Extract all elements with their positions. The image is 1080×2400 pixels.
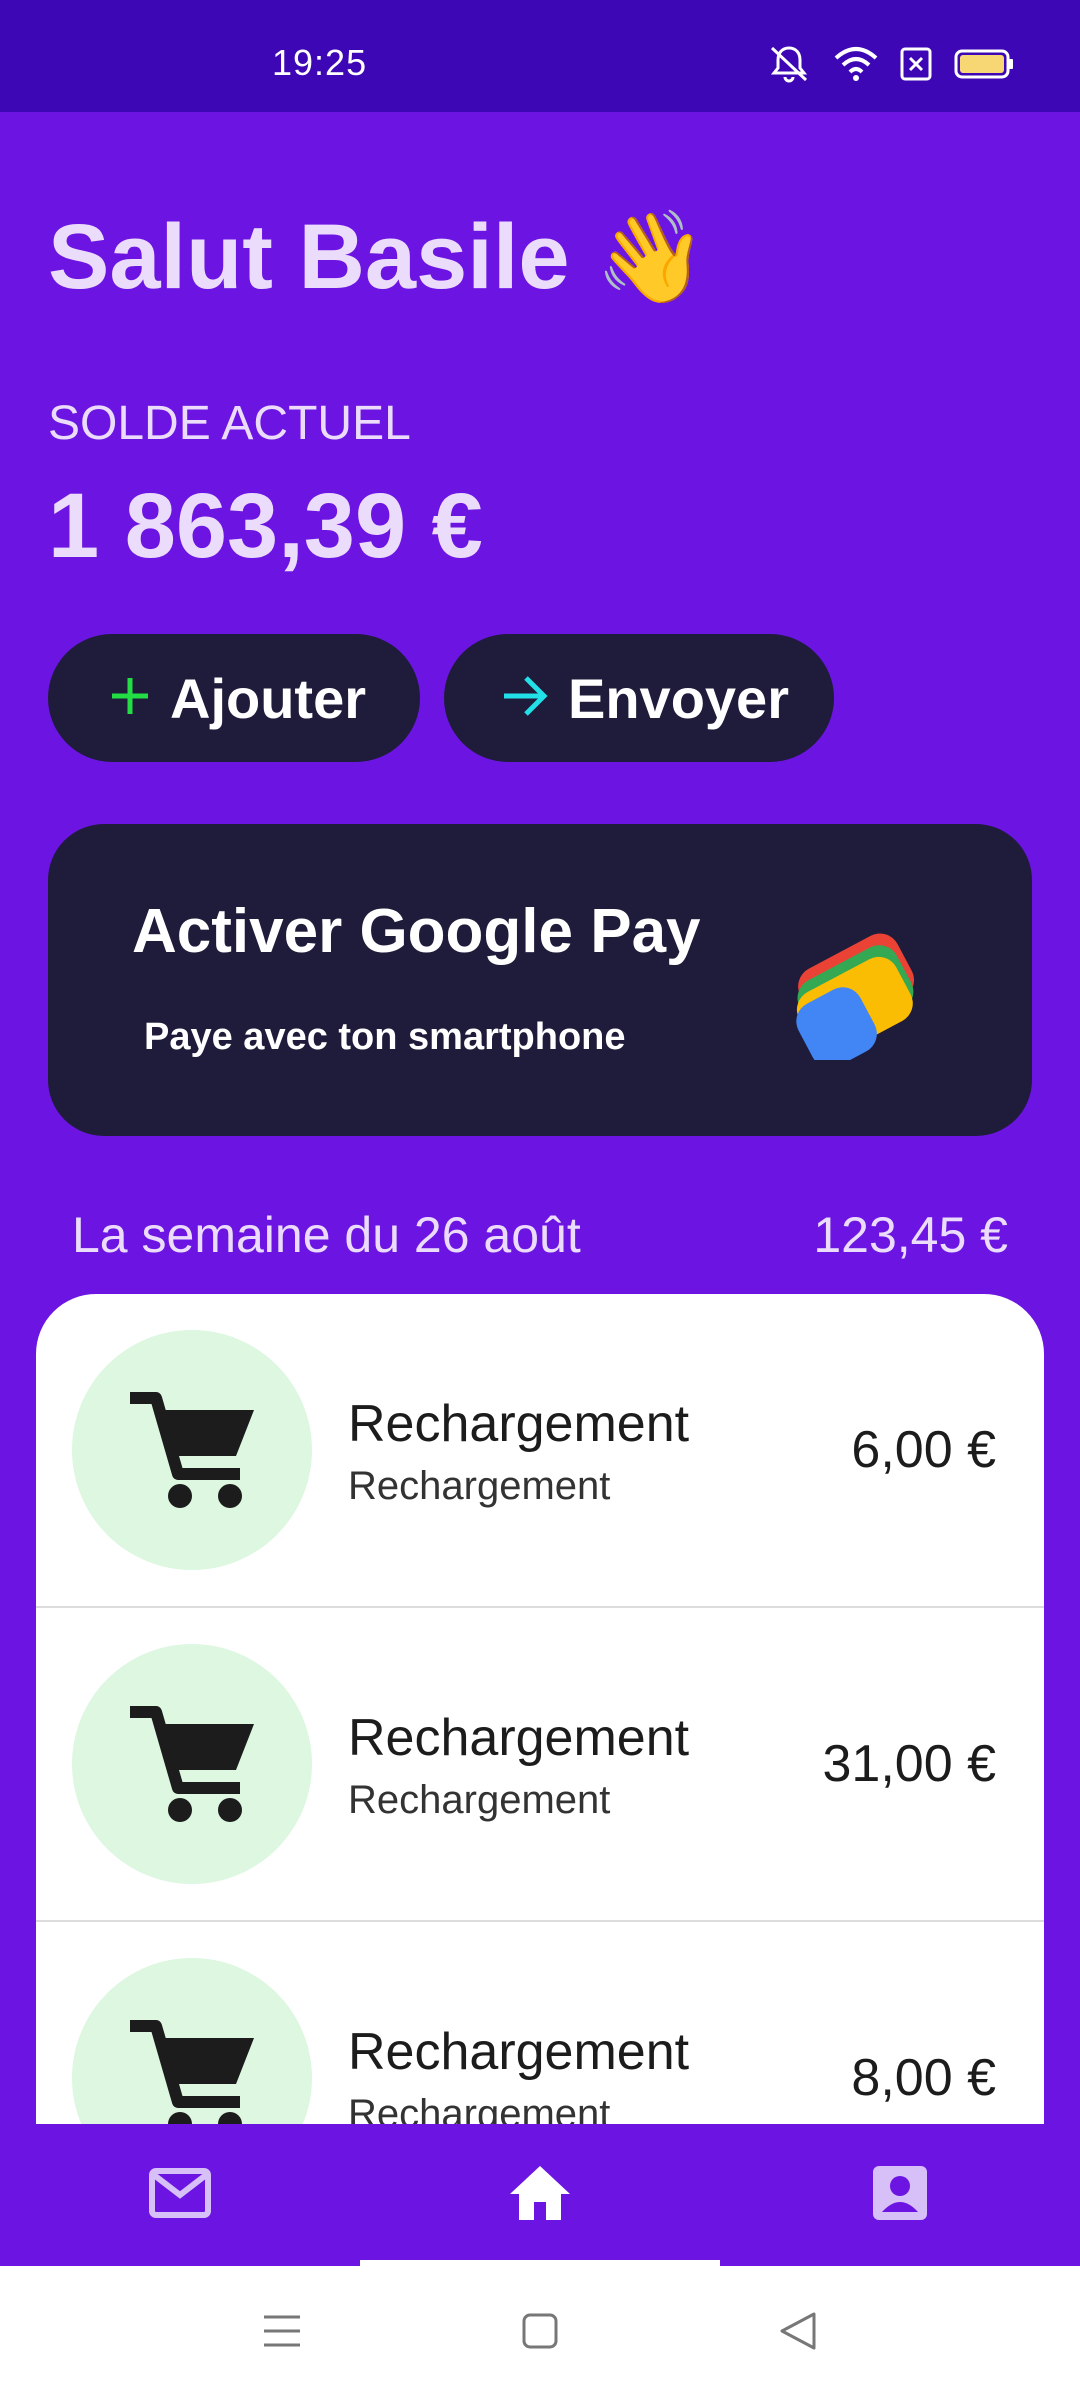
home-icon [508, 2164, 572, 2227]
nav-profile[interactable] [720, 2124, 1080, 2266]
square-icon [522, 2313, 558, 2354]
status-time: 19:25 [272, 42, 368, 83]
battery-icon [954, 49, 1014, 79]
google-pay-card[interactable]: Activer Google Pay Paye avec ton smartph… [48, 824, 1032, 1136]
menu-icon [262, 2313, 302, 2354]
transaction-subtitle: Rechargement [348, 2092, 611, 2124]
cart-icon [122, 2006, 262, 2124]
mail-icon [148, 2167, 212, 2224]
transaction-title: Rechargement [348, 1709, 690, 1767]
add-button-label: Ajouter [170, 666, 366, 730]
cart-icon [122, 1692, 262, 1837]
back-triangle-icon [778, 2311, 818, 2356]
transaction-avatar [72, 1958, 312, 2124]
arrow-right-icon [500, 666, 550, 731]
google-pay-logo [772, 910, 942, 1068]
greeting: Salut Basile 👋 [48, 205, 707, 310]
balance-label: SOLDE ACTUEL [48, 397, 411, 450]
google-pay-subtitle: Paye avec ton smartphone [144, 1016, 626, 1058]
transaction-amount: 8,00 € [851, 2049, 996, 2107]
transaction-title: Rechargement [348, 2023, 690, 2081]
transaction-amount: 6,00 € [851, 1421, 996, 1479]
week-total: 123,45 € [813, 1207, 1008, 1263]
nav-home[interactable] [360, 2124, 720, 2266]
send-button[interactable]: Envoyer [444, 634, 834, 762]
wifi-icon [834, 46, 878, 82]
bottom-nav [0, 2124, 1080, 2266]
greeting-text: Salut Basile [48, 206, 570, 308]
sys-menu-button[interactable] [222, 2266, 342, 2400]
system-navigation-bar [0, 2266, 1080, 2400]
transaction-subtitle: Rechargement [348, 1778, 611, 1822]
sim-x-icon [900, 47, 932, 81]
bell-mute-icon [766, 44, 812, 84]
send-button-label: Envoyer [568, 666, 789, 730]
sys-back-button[interactable] [738, 2266, 858, 2400]
status-bar: 19:25 [0, 0, 1080, 112]
profile-icon [871, 2164, 929, 2227]
nav-mail[interactable] [0, 2124, 360, 2266]
balance-value: 1 863,39 € [48, 475, 483, 577]
transaction-list[interactable]: Rechargement Rechargement 6,00 € Recharg… [36, 1294, 1044, 2124]
cart-icon [122, 1378, 262, 1523]
transaction-subtitle: Rechargement [348, 1464, 611, 1508]
transaction-title: Rechargement [348, 1395, 690, 1453]
transaction-row[interactable]: Rechargement Rechargement 6,00 € [36, 1294, 1044, 1608]
transaction-row[interactable]: Rechargement Rechargement 31,00 € [36, 1608, 1044, 1922]
google-pay-title: Activer Google Pay [132, 897, 701, 966]
plus-icon [108, 666, 152, 731]
transaction-avatar [72, 1330, 312, 1570]
transaction-avatar [72, 1644, 312, 1884]
transaction-row[interactable]: Rechargement Rechargement 8,00 € [36, 1922, 1044, 2124]
week-label: La semaine du 26 août [72, 1207, 581, 1263]
sys-home-button[interactable] [480, 2266, 600, 2400]
transaction-amount: 31,00 € [822, 1735, 997, 1793]
status-icons [766, 44, 1014, 84]
add-button[interactable]: Ajouter [48, 634, 420, 762]
waving-hand-emoji: 👋 [595, 208, 708, 308]
